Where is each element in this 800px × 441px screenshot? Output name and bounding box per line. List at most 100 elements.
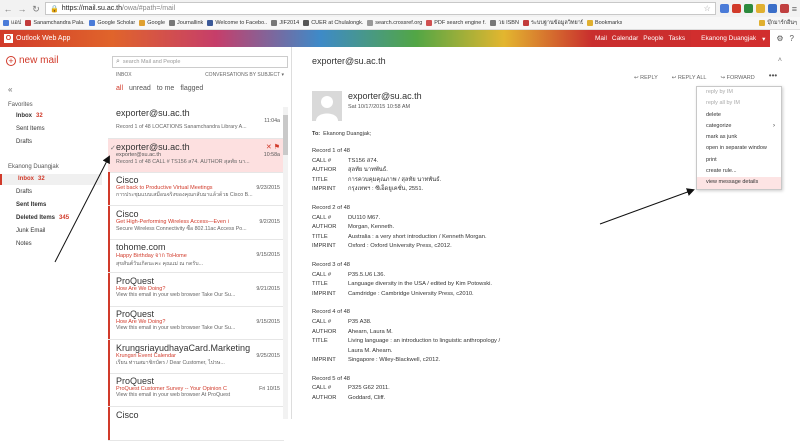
extension-icon[interactable] <box>779 4 789 13</box>
other-bookmarks[interactable]: บุ๊กมาร์กอื่นๆ <box>759 19 797 27</box>
search-icon: ⌕ <box>116 58 120 65</box>
menu-item-print[interactable]: print <box>697 155 781 166</box>
message-list-item[interactable]: ProQuest ProQuest Customer Survey -- Your… <box>108 373 284 407</box>
menu-item-reply-all-by-im[interactable]: reply all by IM <box>697 98 781 109</box>
extension-icon[interactable] <box>767 4 777 13</box>
unread-indicator <box>108 205 110 239</box>
menu-item-delete[interactable]: delete <box>697 110 781 121</box>
forward-icon[interactable]: → <box>17 4 27 14</box>
bookmark-item[interactable]: ระบบฐานข้อมูลวิทยานิพนธ์ <box>522 19 583 27</box>
message-preview: View this email in your web browser Take… <box>116 325 236 331</box>
message-list-item[interactable]: Cisco Get High-Performing Wireless Access… <box>108 205 284 240</box>
field-value: Ahearn, Laura M. <box>348 328 393 335</box>
menu-item-reply-by-im[interactable]: reply by IM <box>697 87 781 98</box>
bookmark-item[interactable]: CUER at Chulalongk... <box>303 20 363 26</box>
extension-icon[interactable] <box>719 4 729 13</box>
extension-icon[interactable] <box>731 4 741 13</box>
checkmark-icon[interactable]: ✓ <box>110 144 116 152</box>
delete-flag-icons[interactable]: ✕ ⚑ <box>266 143 280 151</box>
catalog-record: Record 3 of 48 CALL # P35.5.U6 L36. TITLE La… <box>312 261 672 299</box>
bookmark-item[interactable]: JIF2014 <box>271 20 299 26</box>
filter-flagged[interactable]: flagged <box>180 85 203 92</box>
message-list-item[interactable]: tohome.com Happy Birthday จาก ToHome 9/15/… <box>108 239 284 273</box>
filter-bar: all unread to me flagged <box>116 85 203 92</box>
bookmark-item[interactable]: Welcome to Facebo... <box>207 20 267 26</box>
bookmark-favicon-icon <box>303 20 310 26</box>
bookmark-item[interactable]: Sanamchandra Pala... <box>25 20 85 26</box>
address-bar[interactable]: 🔒 https://mail.su.ac.th/owa/#path=/mail … <box>45 2 716 15</box>
help-icon[interactable]: ? <box>790 34 794 43</box>
message-subject: Krungsri Event Calendar <box>116 352 176 359</box>
message-list-scrollbar[interactable] <box>283 107 288 419</box>
message-list-item[interactable]: ✓ ✕ ⚑ exporter@su.ac.th exporter@su.ac.th 10… <box>108 138 284 173</box>
forward-button[interactable]: ↪ FORWARD <box>720 75 754 81</box>
scroll-thumb[interactable] <box>283 115 288 155</box>
message-list-item[interactable]: KrungsriayudhayaCard.Marketing Krungsri E… <box>108 339 284 374</box>
search-input[interactable]: ⌕ search Mail and People <box>112 56 288 68</box>
bookmark-item[interactable]: PDF search engine f... <box>426 20 486 26</box>
gear-icon[interactable]: ⚙ <box>776 34 783 43</box>
account-header[interactable]: Ekanong Duangjak <box>8 164 59 170</box>
filter-to-me[interactable]: to me <box>157 85 175 92</box>
more-actions-button[interactable]: ••• <box>766 72 780 83</box>
field-key: CALL # <box>312 157 332 164</box>
sender-name[interactable]: exporter@su.ac.th <box>348 91 422 101</box>
bookmark-item[interactable]: search.crossref.org <box>367 20 422 26</box>
tab-calendar[interactable]: Calendar <box>612 35 638 42</box>
folder-item-deleted-items[interactable]: Deleted Items 345 <box>0 213 102 224</box>
more-actions-menu: reply by IM reply all by IM delete categori… <box>696 86 782 190</box>
message-sender: KrungsriayudhayaCard.Marketing <box>116 342 251 353</box>
folder-item-inbox[interactable]: Inbox 32 <box>0 111 102 122</box>
bookmark-item[interactable]: Bookmarks <box>586 20 622 26</box>
message-list-item[interactable]: ProQuest How Are We Doing? 9/15/2015 View t… <box>108 306 284 340</box>
user-menu[interactable]: Ekanong Duangjak ▾ <box>691 30 771 47</box>
tab-tasks[interactable]: Tasks <box>669 35 686 42</box>
folder-item-notes[interactable]: Notes <box>0 239 102 250</box>
folder-item-junk-email[interactable]: Junk Email <box>0 226 102 237</box>
menu-item-open-in-separate-window[interactable]: open in separate window <box>697 143 781 154</box>
folder-item-sent-items[interactable]: Sent Items <box>0 200 102 211</box>
bookmark-label: Google Scholar <box>97 20 136 26</box>
folder-item-drafts[interactable]: Drafts <box>0 137 102 148</box>
message-list-item[interactable]: exporter@su.ac.th 11:04a Record 1 of 48 LO… <box>108 105 284 139</box>
back-icon[interactable]: ← <box>3 4 13 14</box>
message-list-item[interactable]: ProQuest How Are We Doing? 9/21/2015 View t… <box>108 272 284 307</box>
bookmark-item[interactable]: Google Scholar <box>89 20 135 26</box>
bookmark-item[interactable]: วย ISBN <box>490 19 519 27</box>
menu-item-mark-as-junk[interactable]: mark as junk <box>697 132 781 143</box>
menu-icon[interactable]: ≡ <box>792 4 797 14</box>
reload-icon[interactable]: ↻ <box>31 4 41 14</box>
chevron-up-icon[interactable]: ˄ <box>778 57 782 64</box>
bookmark-item[interactable]: Google <box>139 20 165 26</box>
sort-dropdown[interactable]: CONVERSATIONS BY SUBJECT ▾ <box>205 72 284 78</box>
bookmark-favicon-icon <box>207 20 214 26</box>
owa-logo[interactable]: O Outlook Web App <box>0 34 90 43</box>
favorites-header[interactable]: Favorites <box>8 102 33 108</box>
reply-button[interactable]: ↩ REPLY <box>634 75 658 81</box>
star-icon[interactable]: ☆ <box>704 4 711 13</box>
bookmark-label: วย ISBN <box>498 20 519 26</box>
folder-item-drafts[interactable]: Drafts <box>0 187 102 198</box>
field-key: AUTHOR <box>312 395 337 402</box>
extension-icon[interactable] <box>755 4 765 13</box>
menu-item-create-rule[interactable]: create rule... <box>697 166 781 177</box>
filter-unread[interactable]: unread <box>129 85 151 92</box>
menu-item-view-message-details[interactable]: view message details <box>697 177 781 189</box>
reply-all-button[interactable]: ↩ REPLY ALL <box>672 75 707 81</box>
message-sender: exporter@su.ac.th <box>116 108 190 118</box>
message-list-item[interactable]: Cisco <box>108 406 284 441</box>
collapse-icon[interactable]: « <box>8 85 12 94</box>
message-list-item[interactable]: Cisco Get back to Productive Virtual Meet… <box>108 172 284 206</box>
bookmark-item[interactable]: Journallink <box>169 20 203 26</box>
tab-mail[interactable]: Mail <box>595 35 607 42</box>
message-sender: ProQuest <box>116 376 155 386</box>
tab-people[interactable]: People <box>643 35 663 42</box>
folder-item-inbox[interactable]: Inbox 32 <box>0 174 102 185</box>
bookmark-item[interactable]: แอป <box>3 19 21 27</box>
filter-all[interactable]: all <box>116 85 123 92</box>
new-mail-button[interactable]: + new mail <box>6 55 58 66</box>
extension-icon[interactable] <box>743 4 753 13</box>
menu-item-categorize[interactable]: categorize › <box>697 121 781 132</box>
unread-indicator <box>108 406 110 440</box>
folder-item-sent-items[interactable]: Sent Items <box>0 124 102 135</box>
